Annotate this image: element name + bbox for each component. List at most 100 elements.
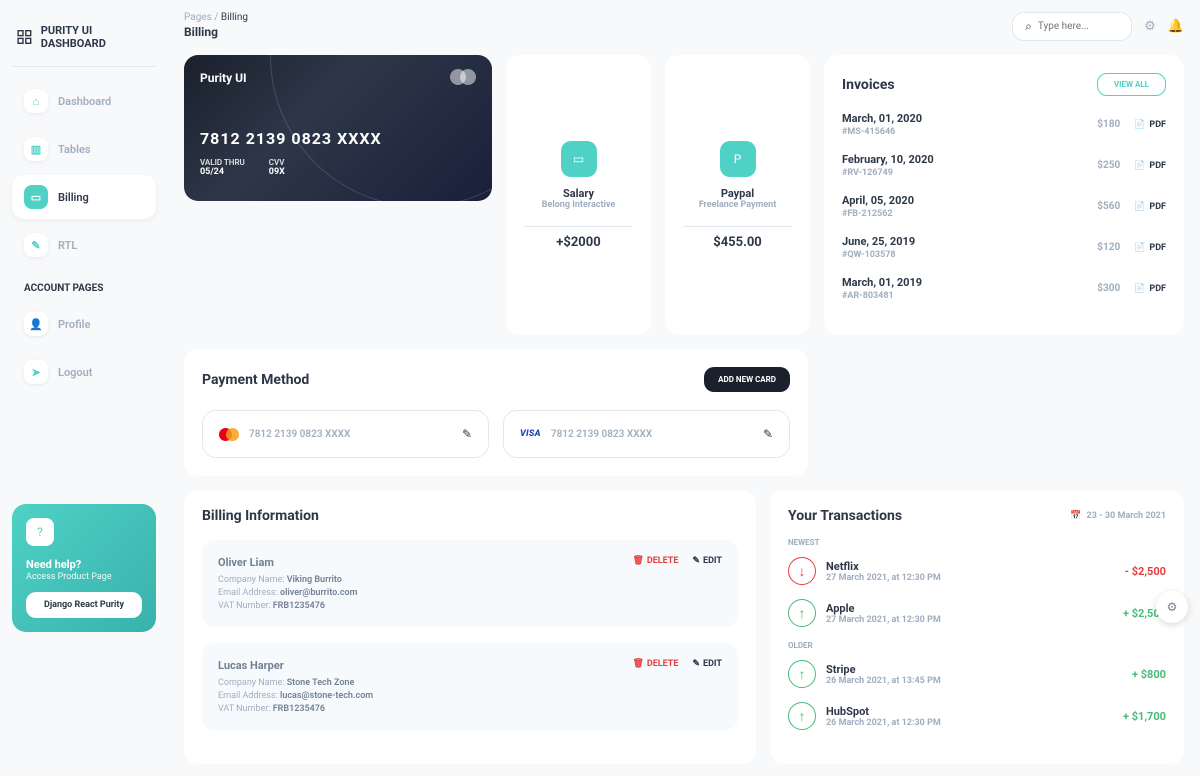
settings-fab[interactable]: ⚙	[1156, 591, 1188, 623]
transaction-time: 27 March 2021, at 12:30 PM	[826, 615, 941, 625]
delete-button[interactable]: 🗑DELETE	[632, 556, 678, 566]
edit-button[interactable]: ✎EDIT	[692, 556, 722, 566]
search-input[interactable]	[1038, 21, 1118, 32]
search-box[interactable]: ⌕	[1012, 12, 1132, 41]
billing-email: Email Address: lucas@stone-tech.com	[218, 691, 722, 701]
help-title: Need help?	[26, 558, 142, 571]
document-icon: 📄	[1134, 120, 1145, 130]
stat-value: +$2000	[556, 235, 600, 250]
billing-name: Oliver Liam	[218, 556, 274, 569]
sidebar-item-label: Profile	[58, 318, 90, 331]
card-number: 7812 2139 0823 XXXX	[551, 429, 652, 440]
invoice-row: February, 10, 2020#RV-126749$250📄PDF	[842, 153, 1166, 178]
invoices-card: Invoices VIEW ALL March, 01, 2020#MS-415…	[824, 55, 1184, 335]
sidebar-item-logout[interactable]: ➤ Logout	[12, 350, 156, 394]
pencil-icon[interactable]: ✎	[462, 427, 472, 441]
invoice-id: #AR-803481	[842, 291, 922, 301]
pencil-icon: ✎	[692, 659, 700, 669]
invoice-pdf-button[interactable]: 📄PDF	[1134, 161, 1166, 171]
sidebar-item-dashboard[interactable]: ⌂ Dashboard	[12, 79, 156, 123]
cc-cvv-label: CVV	[269, 158, 285, 167]
sidebar-item-label: RTL	[58, 239, 77, 252]
person-icon: 👤	[24, 312, 48, 336]
stat-subtitle: Belong Interactive	[542, 200, 616, 210]
bell-icon[interactable]: 🔔	[1168, 19, 1184, 34]
sidebar-item-label: Dashboard	[58, 95, 111, 108]
arrow-up-icon: ↑	[788, 599, 816, 627]
transaction-amount: + $1,700	[1123, 710, 1166, 723]
transactions-title: Your Transactions	[788, 508, 902, 524]
document-icon: 📄	[1134, 202, 1145, 212]
chart-icon: ▥	[24, 137, 48, 161]
invoice-pdf-button[interactable]: 📄PDF	[1134, 243, 1166, 253]
billing-info-card: Billing Information Oliver Liam🗑DELETE✎E…	[184, 490, 756, 764]
invoice-pdf-button[interactable]: 📄PDF	[1134, 202, 1166, 212]
document-icon: 📄	[1134, 284, 1145, 294]
breadcrumb-root[interactable]: Pages	[184, 12, 212, 23]
card-icon: ▭	[24, 185, 48, 209]
billing-vat: VAT Number: FRB1235476	[218, 601, 722, 611]
arrow-up-icon: ↑	[788, 702, 816, 730]
home-icon: ⌂	[24, 89, 48, 113]
pencil-icon[interactable]: ✎	[763, 427, 773, 441]
transaction-name: Apple	[826, 602, 941, 615]
help-button[interactable]: Django React Purity	[26, 592, 142, 618]
billing-info-title: Billing Information	[202, 508, 738, 524]
edit-button[interactable]: ✎EDIT	[692, 659, 722, 669]
delete-button[interactable]: 🗑DELETE	[632, 659, 678, 669]
rocket-icon: ➤	[24, 360, 48, 384]
view-all-button[interactable]: VIEW ALL	[1097, 73, 1166, 96]
sidebar-item-label: Logout	[58, 366, 93, 379]
stat-salary: ▭ Salary Belong Interactive +$2000	[506, 55, 651, 335]
invoice-id: #RV-126749	[842, 168, 934, 178]
billing-name: Lucas Harper	[218, 659, 284, 672]
search-icon: ⌕	[1025, 19, 1032, 34]
billing-block: Lucas Harper 🗑DELETE ✎EDIT Company Name: St…	[202, 643, 738, 730]
billing-block: Oliver Liam🗑DELETE✎EDITCompany Name: Vik…	[202, 540, 738, 627]
invoice-id: #FB-212562	[842, 209, 914, 219]
card-number: 7812 2139 0823 XXXX	[249, 429, 350, 440]
transaction-amount: - $2,500	[1125, 565, 1166, 578]
sidebar: PURITY UI DASHBOARD ⌂ Dashboard ▥Tables ▭…	[0, 0, 168, 776]
gear-icon[interactable]: ⚙	[1144, 19, 1156, 34]
invoice-date: March, 01, 2019	[842, 276, 922, 289]
pencil-icon: ✎	[692, 556, 700, 566]
document-icon: 📄	[1134, 243, 1145, 253]
invoice-row: June, 25, 2019#QW-103578$120📄PDF	[842, 235, 1166, 260]
breadcrumb: Pages / Billing	[184, 12, 248, 23]
invoice-pdf-button[interactable]: 📄PDF	[1134, 120, 1166, 130]
invoice-id: #MS-415646	[842, 127, 922, 137]
visa-icon: VISA	[520, 429, 541, 439]
sidebar-item-rtl[interactable]: ✎RTL	[12, 223, 156, 267]
stat-paypal: P Paypal Freelance Payment $455.00	[665, 55, 810, 335]
stat-subtitle: Freelance Payment	[699, 200, 777, 210]
sidebar-item-profile[interactable]: 👤 Profile	[12, 302, 156, 346]
stat-title: Paypal	[721, 187, 754, 200]
cc-number: 7812 2139 0823 XXXX	[200, 129, 476, 148]
breadcrumb-current: Billing	[221, 12, 248, 23]
transaction-row: ↑HubSpot26 March 2021, at 12:30 PM+ $1,7…	[788, 702, 1166, 730]
sidebar-item-tables[interactable]: ▥Tables	[12, 127, 156, 171]
invoice-amount: $560	[1097, 201, 1120, 212]
wallet-icon: ▭	[561, 141, 597, 177]
transaction-amount: + $800	[1132, 668, 1166, 681]
cc-brand: Purity UI	[200, 71, 476, 85]
credit-card: Purity UI 7812 2139 0823 XXXX VALID THRU…	[184, 55, 492, 201]
nav-section-label: ACCOUNT PAGES	[12, 271, 156, 302]
billing-company: Company Name: Stone Tech Zone	[218, 678, 722, 688]
transaction-name: Netflix	[826, 560, 941, 573]
add-new-card-button[interactable]: ADD NEW CARD	[704, 367, 790, 392]
brand-logo: PURITY UI DASHBOARD	[12, 16, 156, 67]
transaction-row: ↑Stripe26 March 2021, at 13:45 PM+ $800	[788, 660, 1166, 688]
stat-value: $455.00	[713, 235, 762, 250]
card-slot: VISA 7812 2139 0823 XXXX ✎	[503, 410, 790, 458]
transaction-time: 26 March 2021, at 12:30 PM	[826, 718, 941, 728]
calendar-icon: 📅	[1070, 511, 1081, 521]
billing-vat: VAT Number: FRB1235476	[218, 704, 722, 714]
cc-valid: 05/24	[200, 167, 245, 177]
sidebar-item-billing[interactable]: ▭Billing	[12, 175, 156, 219]
invoice-pdf-button[interactable]: 📄PDF	[1134, 284, 1166, 294]
arrow-up-icon: ↑	[788, 660, 816, 688]
trash-icon: 🗑	[632, 556, 643, 566]
transaction-time: 26 March 2021, at 13:45 PM	[826, 676, 941, 686]
